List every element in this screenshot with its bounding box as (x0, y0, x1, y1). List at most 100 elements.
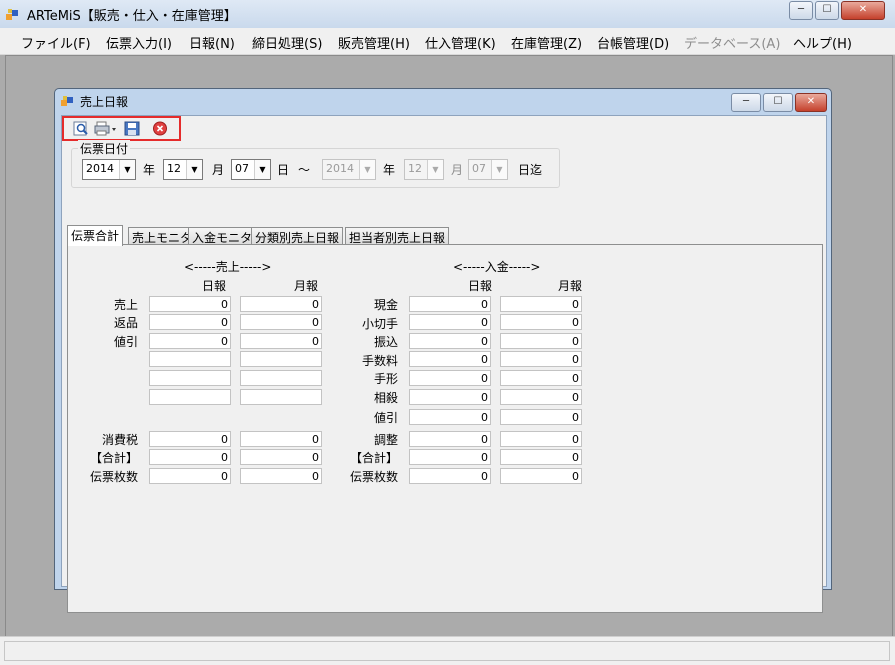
menu-help[interactable]: ヘルプ(H) (793, 33, 852, 52)
receipts-slip-count-daily: 0 (409, 468, 491, 484)
menu-closing[interactable]: 締日処理(S) (252, 33, 322, 52)
receipts-col-monthly: 月報 (558, 279, 583, 293)
from-month-label: 月 (212, 163, 225, 177)
app-icon (6, 9, 18, 20)
from-month-select[interactable]: 12 ▼ (163, 159, 203, 180)
receipts-check-monthly: 0 (500, 314, 582, 330)
toolbar (62, 116, 181, 141)
app-title: ARTeMiS【販売・仕入・在庫管理】 (27, 9, 237, 24)
sales-empty-monthly (240, 370, 322, 386)
window-icon (61, 96, 73, 106)
dropdown-arrow-icon: ▼ (254, 160, 270, 179)
dropdown-arrow-icon: ▼ (119, 160, 135, 179)
menu-slip-entry[interactable]: 伝票入力(I) (106, 33, 172, 52)
sales-section-title: <-----売上-----> (184, 260, 272, 274)
dropdown-arrow-icon: ▼ (491, 160, 507, 179)
receipts-label-adjust: 調整 (373, 433, 398, 447)
receipts-total-daily: 0 (409, 449, 491, 465)
status-panel (4, 641, 890, 661)
close-icon: ✕ (858, 4, 868, 15)
app-maximize-button[interactable]: ☐ (815, 1, 839, 20)
preview-icon[interactable] (73, 121, 90, 136)
receipts-transfer-daily: 0 (409, 333, 491, 349)
print-icon[interactable] (94, 121, 118, 136)
save-icon[interactable] (124, 121, 141, 136)
receipts-col-daily: 日報 (468, 279, 493, 293)
sales-label-total: 【合計】 (89, 451, 138, 465)
tab-sales-monitor[interactable]: 売上モニタ (128, 227, 197, 245)
receipts-label-fee: 手数料 (361, 354, 398, 368)
app-close-button[interactable]: ✕ (841, 1, 885, 20)
receipts-fee-daily: 0 (409, 351, 491, 367)
sales-col-daily: 日報 (202, 279, 227, 293)
receipts-label-bill: 手形 (373, 372, 398, 386)
to-year-select: 2014 ▼ (322, 159, 376, 180)
window-body: 伝票日付 2014 ▼ 年 12 ▼ 月 07 ▼ 日 ～ 2014 ▼ 年 12 ▼ 月… (61, 115, 827, 613)
minimize-icon: ─ (797, 4, 805, 15)
sales-empty-daily (149, 389, 231, 405)
until-label: 日迄 (518, 163, 543, 177)
dropdown-arrow-icon: ▼ (359, 160, 375, 179)
sales-total-monthly: 0 (240, 449, 322, 465)
menu-file[interactable]: ファイル(F) (21, 33, 91, 52)
receipts-check-daily: 0 (409, 314, 491, 330)
sales-tax-daily: 0 (149, 431, 231, 447)
receipts-cash-monthly: 0 (500, 296, 582, 312)
window-minimize-button[interactable]: ─ (731, 93, 761, 112)
receipts-section-title: <-----入金-----> (453, 260, 541, 274)
tab-panel-slip-total: <-----売上-----> 日報 月報 売上 0 0 返品 0 0 値引 0 … (67, 244, 823, 613)
receipts-fee-monthly: 0 (500, 351, 582, 367)
tab-receipt-monitor[interactable]: 入金モニタ (188, 227, 257, 245)
tab-staff-sales[interactable]: 担当者別売上日報 (345, 227, 450, 245)
minimize-icon: ─ (742, 96, 750, 107)
daily-sales-window: 売上日報 ─ ☐ ✕ 伝票日付 2014 ▼ 年 12 ▼ 月 07 ▼ 日 ～… (54, 88, 832, 613)
range-separator: ～ (298, 163, 311, 177)
receipts-label-transfer: 振込 (373, 335, 398, 349)
tab-slip-total[interactable]: 伝票合計 (67, 225, 124, 246)
receipts-cash-daily: 0 (409, 296, 491, 312)
dropdown-arrow-icon: ▼ (427, 160, 443, 179)
sales-empty-monthly (240, 389, 322, 405)
sales-col-monthly: 月報 (294, 279, 319, 293)
sales-sales-monthly: 0 (240, 296, 322, 312)
sales-label-returns: 返品 (113, 316, 138, 330)
window-maximize-button[interactable]: ☐ (763, 93, 793, 112)
menu-sales[interactable]: 販売管理(H) (338, 33, 410, 52)
to-year-label: 年 (383, 163, 396, 177)
receipts-bill-daily: 0 (409, 370, 491, 386)
close-form-icon[interactable] (152, 121, 169, 136)
receipts-label-cash: 現金 (373, 298, 398, 312)
status-bar (0, 636, 895, 665)
receipts-offset-monthly: 0 (500, 389, 582, 405)
receipts-discount-monthly: 0 (500, 409, 582, 425)
receipts-discount-daily: 0 (409, 409, 491, 425)
receipts-slip-count-monthly: 0 (500, 468, 582, 484)
slip-date-legend: 伝票日付 (78, 140, 131, 157)
window-title: 売上日報 (80, 95, 129, 109)
tab-category-sales[interactable]: 分類別売上日報 (251, 227, 344, 245)
sales-sales-daily: 0 (149, 296, 231, 312)
dropdown-arrow-icon: ▼ (186, 160, 202, 179)
sales-empty-daily (149, 351, 231, 367)
sales-slip-count-daily: 0 (149, 468, 231, 484)
window-close-button[interactable]: ✕ (795, 93, 827, 112)
app-minimize-button[interactable]: ─ (789, 1, 813, 20)
sales-empty-daily (149, 370, 231, 386)
sales-label-slip-count: 伝票枚数 (89, 470, 138, 484)
from-day-select[interactable]: 07 ▼ (231, 159, 271, 180)
receipts-transfer-monthly: 0 (500, 333, 582, 349)
from-year-select[interactable]: 2014 ▼ (82, 159, 136, 180)
slip-date-group: 伝票日付 2014 ▼ 年 12 ▼ 月 07 ▼ 日 ～ 2014 ▼ 年 12 ▼ 月… (71, 140, 560, 188)
receipts-bill-monthly: 0 (500, 370, 582, 386)
menu-daily-report[interactable]: 日報(N) (189, 33, 235, 52)
maximize-icon: ☐ (773, 96, 783, 107)
menu-ledger[interactable]: 台帳管理(D) (597, 33, 669, 52)
sales-tax-monthly: 0 (240, 431, 322, 447)
to-month-label: 月 (451, 163, 464, 177)
receipts-label-offset: 相殺 (373, 391, 398, 405)
menu-purchase[interactable]: 仕入管理(K) (425, 33, 496, 52)
sales-discount-monthly: 0 (240, 333, 322, 349)
menu-inventory[interactable]: 在庫管理(Z) (511, 33, 582, 52)
menu-database: データベース(A) (684, 37, 781, 52)
receipts-offset-daily: 0 (409, 389, 491, 405)
